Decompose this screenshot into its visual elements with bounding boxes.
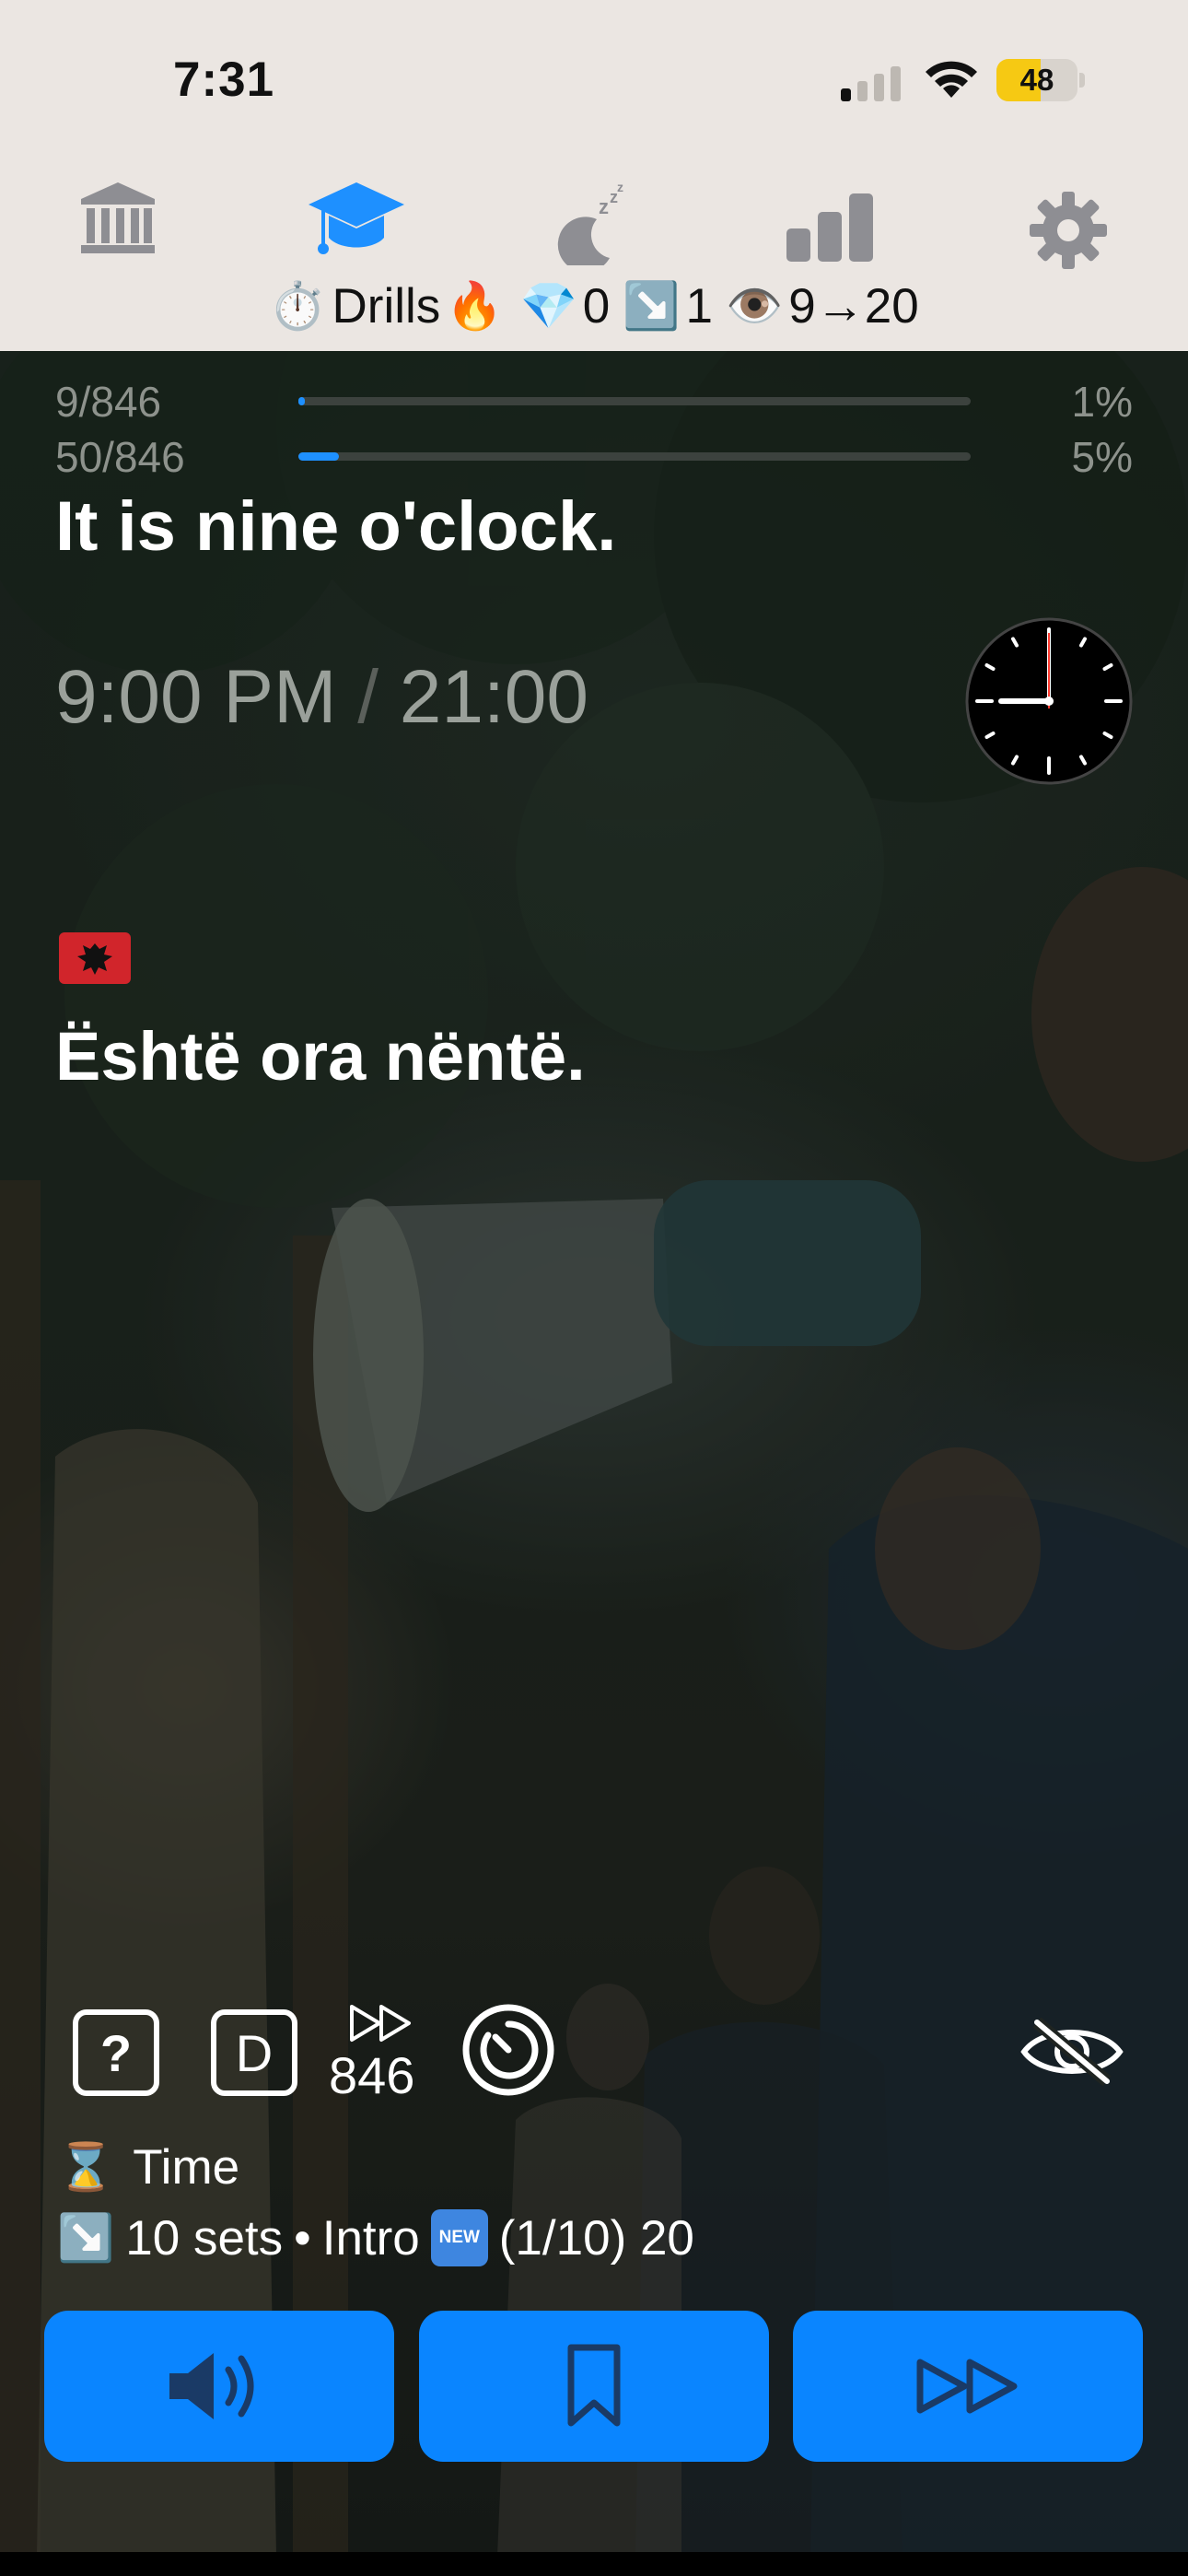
drill-summary: ⏱️ Drills 🔥 💎 0 ↘️ 1 👁️ 9→20 [0,269,1188,343]
bank-icon[interactable] [79,181,157,254]
home-indicator-area [0,2552,1188,2576]
progress-track [298,397,971,405]
category-row: ⌛ Time [57,2139,239,2195]
speaker-icon [169,2353,254,2419]
time-separator: / [357,655,379,739]
new-progress: (1/10) 20 [498,2210,694,2266]
top-bar: 7:31 48 z z z ⏱️ Drills 🔥 💎 0 ↘️ 1 👁️ 9→… [0,0,1188,351]
diamond-icon: 💎 [519,279,577,332]
hourglass-icon: ⌛ [57,2141,115,2193]
help-button[interactable]: ? [72,2008,160,2097]
bookmark-button[interactable] [419,2311,769,2462]
albanian-phrase: Është ora nëntë. [55,1018,586,1095]
speaker-button[interactable] [44,2311,394,2462]
skip-forward-icon[interactable] [348,2003,414,2043]
time-display: 9:00 PM / 21:00 [55,654,588,741]
progress-fill [298,397,306,405]
progress-row-seen: 50/846 5% [55,432,1133,481]
diamond-count: 0 [582,278,611,334]
timer-button[interactable] [460,2002,556,2098]
bookmark-icon [567,2344,621,2427]
albania-flag-icon [59,932,131,984]
hide-eye-icon[interactable] [1019,2017,1125,2087]
fire-icon: 🔥 [446,279,504,332]
status-time: 7:31 [173,53,275,107]
arrow-count: 1 [685,278,714,334]
views-count: 9→20 [788,278,919,334]
skip-count: 846 [329,2046,415,2104]
bar-chart-icon[interactable] [785,192,877,262]
graduation-cap-icon[interactable] [307,181,406,263]
progress-row-learned: 9/846 1% [55,377,1133,426]
category-label: Time [133,2140,240,2195]
progress-fill [298,452,339,461]
sets-row: ↘️ 10 sets • Intro NEW (1/10) 20 [57,2209,694,2266]
moon-zzz-icon[interactable]: z z z [553,182,635,265]
new-badge: NEW [430,2209,488,2266]
analog-clock-icon [965,617,1133,785]
progress-count: 9/846 [55,378,162,426]
progress-percent: 5% [1071,433,1133,481]
difficulty-button[interactable]: D [210,2008,298,2097]
svg-text:z: z [599,195,609,218]
arrow-down-right-icon: ↘️ [57,2211,115,2264]
dot-separator: • [294,2210,311,2266]
intro-label: Intro [321,2210,420,2266]
difficulty-label: D [236,2024,273,2082]
fast-forward-icon [916,2359,1018,2414]
svg-text:z: z [617,182,623,194]
battery-indicator: 48 [996,59,1085,101]
time-12h: 9:00 PM [55,655,337,739]
gear-icon[interactable] [1030,192,1107,269]
mode-label: Drills [332,278,441,334]
progress-count: 50/846 [55,433,185,481]
arrow-down-right-icon: ↘️ [623,279,681,332]
drill-card[interactable]: 9/846 1% 50/846 5% It is nine o'clock. 9… [0,351,1188,2557]
progress-percent: 1% [1071,378,1133,426]
wifi-icon [926,61,977,98]
help-label: ? [100,2024,132,2082]
english-phrase: It is nine o'clock. [55,487,617,566]
cellular-signal-icon [841,66,901,101]
battery-level: 48 [1019,63,1054,97]
next-button[interactable] [793,2311,1143,2462]
sets-label: 10 sets [125,2210,284,2266]
stopwatch-icon: ⏱️ [269,279,327,332]
eye-icon: 👁️ [726,279,784,332]
time-24h: 21:00 [399,655,588,739]
progress-track [298,452,971,461]
